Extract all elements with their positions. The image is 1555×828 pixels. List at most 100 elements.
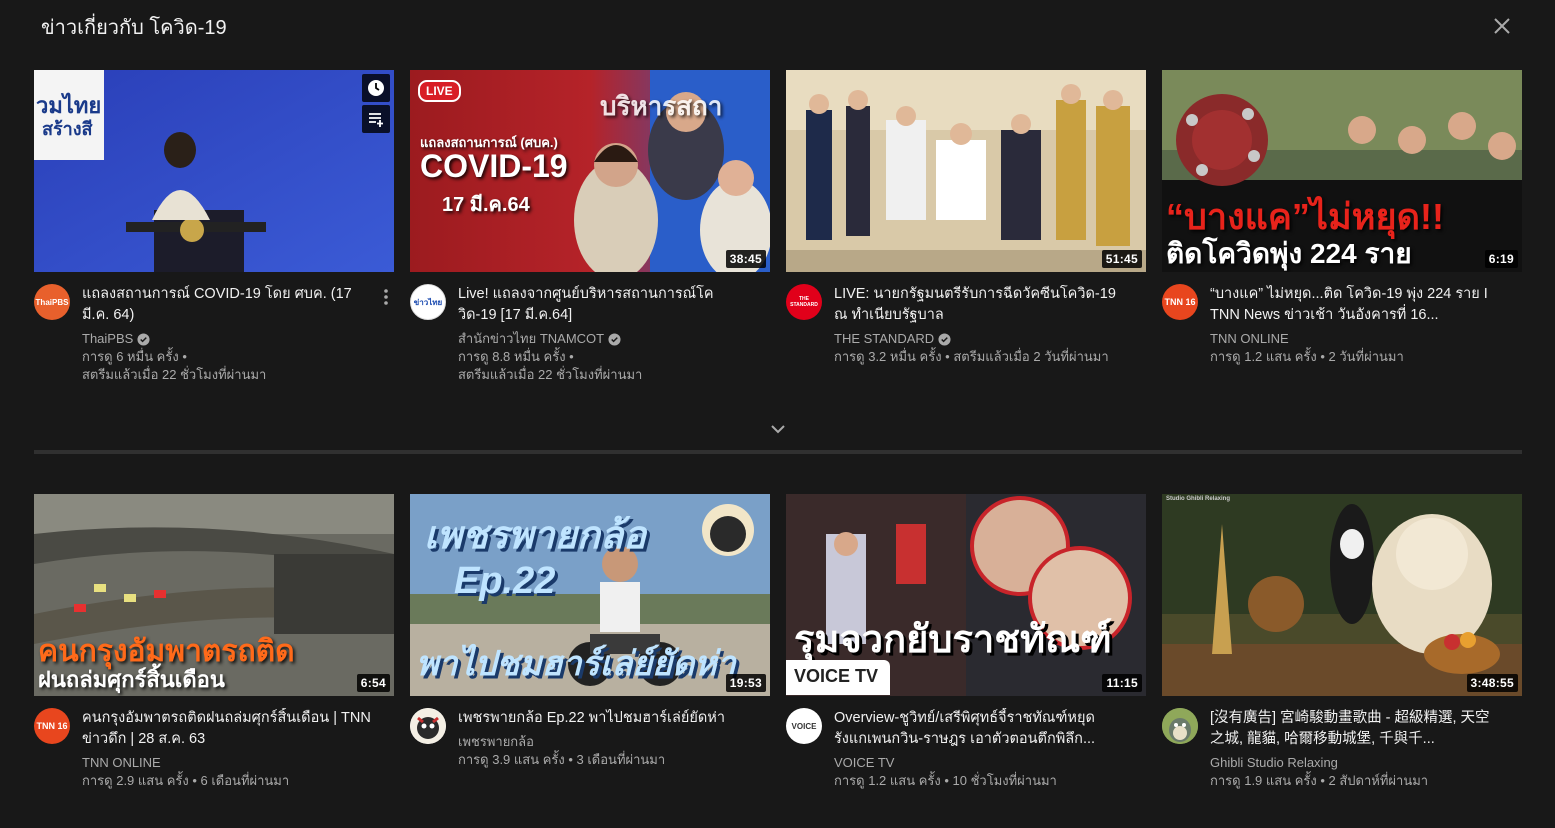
video-card[interactable]: Studio Ghibli Relaxing 3:48:55 [沒有廣告] 宮崎…	[1162, 494, 1522, 828]
video-meta: ThaiPBS แถลงสถานการณ์ COVID-19 โดย ศบค. …	[34, 284, 394, 404]
video-grid-row-1: วมไทย สร้างสี ThaiPBS แถลงสถานการณ์ COVI…	[34, 70, 1522, 404]
video-title[interactable]: “บางแค” ไม่หยุด...ติด โควิด-19 พุ่ง 224 …	[1210, 284, 1502, 326]
video-thumbnail[interactable]: Studio Ghibli Relaxing 3:48:55	[1162, 494, 1522, 696]
thumbnail-text: COVID-19	[420, 148, 568, 184]
video-meta: เพชรพายกล้อ Ep.22 พาไปชมฮาร์เล่ย์ยัดห่า …	[410, 708, 770, 828]
upload-age: สตรีมแล้วเมื่อ 22 ชั่วโมงที่ผ่านมา	[458, 367, 643, 382]
view-count: การดู 3.2 หมื่น ครั้ง	[834, 349, 942, 364]
add-to-queue-button[interactable]	[362, 105, 390, 133]
expand-shelf-button[interactable]	[767, 418, 789, 440]
video-title[interactable]: [沒有廣告] 宮崎駿動畫歌曲 - 超級精選, 天空之城, 龍貓, 哈爾移動城堡,…	[1210, 708, 1502, 750]
avatar-label: VOICE	[791, 721, 817, 731]
video-card[interactable]: 51:45 THE STANDARD LIVE: นายกรัฐมนตรีรับ…	[786, 70, 1146, 404]
thumbnail-image	[1162, 494, 1522, 696]
channel-avatar[interactable]: TNN 16	[1162, 284, 1198, 320]
shelf-divider	[34, 450, 1522, 454]
video-title[interactable]: Live! แถลงจากศูนย์บริหารสถานการณ์โควิด-1…	[458, 284, 750, 326]
thumbnail-text: ฝนถล่มศุกร์สิ้นเดือน	[38, 667, 225, 692]
view-count: การดู 1.2 แสน ครั้ง	[834, 773, 941, 788]
channel-name[interactable]: Ghibli Studio Relaxing	[1210, 754, 1338, 772]
upload-age: 2 สัปดาห์ที่ผ่านมา	[1328, 773, 1429, 788]
channel-name[interactable]: VOICE TV	[834, 754, 894, 772]
view-stats-row: การดู 1.9 แสน ครั้ง • 2 สัปดาห์ที่ผ่านมา	[1210, 772, 1502, 790]
channel-avatar[interactable]	[1162, 708, 1198, 744]
channel-name[interactable]: สำนักข่าวไทย TNAMCOT	[458, 330, 604, 348]
close-button[interactable]	[1489, 13, 1515, 39]
thumbnail-text: Ep.22	[454, 560, 556, 602]
avatar-label: TNN 16	[36, 721, 68, 731]
channel-avatar[interactable]	[410, 708, 446, 744]
separator-dot: •	[941, 349, 954, 364]
video-duration: 6:19	[1484, 250, 1518, 268]
upload-age: 10 ชั่วโมงที่ผ่านมา	[952, 773, 1057, 788]
channel-name-row: เพชรพายกล้อ	[458, 733, 750, 751]
upload-age: สตรีมแล้วเมื่อ 2 วันที่ผ่านมา	[953, 349, 1109, 364]
video-title[interactable]: แถลงสถานการณ์ COVID-19 โดย ศบค. (17 มี.ค…	[82, 284, 374, 326]
video-thumbnail[interactable]: “บางแค”ไม่หยุด!! ติดโควิดพุ่ง 224 ราย 6:…	[1162, 70, 1522, 272]
channel-name[interactable]: ThaiPBS	[82, 330, 133, 348]
video-thumbnail[interactable]: เพชรพายกล้อ Ep.22 พาไปชมฮาร์เล่ย์ยัดห่า …	[410, 494, 770, 696]
channel-name[interactable]: TNN ONLINE	[82, 754, 161, 772]
avatar-label: TNN 16	[1164, 297, 1196, 307]
channel-name[interactable]: เพชรพายกล้อ	[458, 733, 534, 751]
video-title[interactable]: Overview-ชูวิทย์/เสรีพิศุทธ์จี้ราชทัณฑ์ห…	[834, 708, 1126, 750]
video-title[interactable]: เพชรพายกล้อ Ep.22 พาไปชมฮาร์เล่ย์ยัดห่า	[458, 708, 750, 729]
shelf-title[interactable]: ข่าวเกี่ยวกับ โควิด-19	[41, 11, 227, 43]
channel-name-row: TNN ONLINE	[1210, 330, 1502, 348]
video-thumbnail[interactable]: คนกรุงอัมพาตรถติด ฝนถล่มศุกร์สิ้นเดือน 6…	[34, 494, 394, 696]
video-card[interactable]: รุมจวกยับราชทัณฑ์ VOICE TV 11:15 VOICE O…	[786, 494, 1146, 828]
video-duration: 51:45	[1101, 250, 1142, 268]
video-duration: 6:54	[356, 674, 390, 692]
verified-icon	[608, 332, 621, 346]
video-meta: THE STANDARD LIVE: นายกรัฐมนตรีรับการฉีด…	[786, 284, 1146, 404]
separator-dot: •	[940, 773, 953, 788]
channel-avatar[interactable]: TNN 16	[34, 708, 70, 744]
channel-avatar[interactable]: ThaiPBS	[34, 284, 70, 320]
upload-age: 2 วันที่ผ่านมา	[1328, 349, 1404, 364]
channel-name-row: Ghibli Studio Relaxing	[1210, 754, 1502, 772]
upload-age: 3 เดือนที่ผ่านมา	[576, 752, 666, 767]
video-meta: TNN 16 คนกรุงอัมพาตรถติดฝนถล่มศุกร์สิ้นเ…	[34, 708, 394, 828]
view-count: การดู 2.9 แสน ครั้ง	[82, 773, 189, 788]
thumbnail-text: พาไปชมฮาร์เล่ย์ยัดห่า	[416, 645, 736, 683]
thumbnail-text: Studio Ghibli Relaxing	[1166, 496, 1231, 502]
view-count-row: การดู 6 หมื่น ครั้ง •	[82, 348, 374, 366]
view-stats-row: การดู 3.2 หมื่น ครั้ง • สตรีมแล้วเมื่อ 2…	[834, 348, 1126, 366]
video-title[interactable]: LIVE: นายกรัฐมนตรีรับการฉีดวัคซีนโควิด-1…	[834, 284, 1126, 326]
video-card[interactable]: วมไทย สร้างสี ThaiPBS แถลงสถานการณ์ COVI…	[34, 70, 394, 404]
channel-name[interactable]: TNN ONLINE	[1210, 330, 1289, 348]
channel-avatar[interactable]: VOICE	[786, 708, 822, 744]
verified-icon	[137, 332, 150, 346]
channel-avatar[interactable]: THE STANDARD	[786, 284, 822, 320]
separator-dot: •	[1316, 349, 1329, 364]
video-meta: ข่าวไทย Live! แถลงจากศูนย์บริหารสถานการณ…	[410, 284, 770, 404]
video-grid-row-2: คนกรุงอัมพาตรถติด ฝนถล่มศุกร์สิ้นเดือน 6…	[34, 494, 1522, 828]
video-card[interactable]: LIVE แถลงสถานการณ์ (ศบค.) COVID-19 17 มี…	[410, 70, 770, 404]
video-thumbnail[interactable]: วมไทย สร้างสี	[34, 70, 394, 272]
separator-dot: •	[565, 349, 574, 364]
channel-avatar[interactable]: ข่าวไทย	[410, 284, 446, 320]
video-thumbnail[interactable]: LIVE แถลงสถานการณ์ (ศบค.) COVID-19 17 มี…	[410, 70, 770, 272]
video-meta: VOICE Overview-ชูวิทย์/เสรีพิศุทธ์จี้ราช…	[786, 708, 1146, 828]
avatar-label: ThaiPBS	[35, 297, 69, 307]
video-thumbnail[interactable]: รุมจวกยับราชทัณฑ์ VOICE TV 11:15	[786, 494, 1146, 696]
video-card[interactable]: เพชรพายกล้อ Ep.22 พาไปชมฮาร์เล่ย์ยัดห่า …	[410, 494, 770, 828]
avatar-label: THE STANDARD	[790, 296, 818, 308]
view-stats-row: การดู 3.9 แสน ครั้ง • 3 เดือนที่ผ่านมา	[458, 751, 750, 769]
video-thumbnail[interactable]: 51:45	[786, 70, 1146, 272]
channel-name-row: VOICE TV	[834, 754, 1126, 772]
avatar-image	[410, 708, 446, 744]
verified-icon	[938, 332, 951, 346]
live-badge: LIVE	[418, 80, 461, 102]
video-card[interactable]: “บางแค”ไม่หยุด!! ติดโควิดพุ่ง 224 ราย 6:…	[1162, 70, 1522, 404]
video-card[interactable]: คนกรุงอัมพาตรถติด ฝนถล่มศุกร์สิ้นเดือน 6…	[34, 494, 394, 828]
separator-dot: •	[188, 773, 201, 788]
video-title[interactable]: คนกรุงอัมพาตรถติดฝนถล่มศุกร์สิ้นเดือน | …	[82, 708, 374, 750]
more-options-button[interactable]	[378, 286, 394, 308]
clock-icon	[368, 80, 384, 96]
channel-name-row: ThaiPBS	[82, 330, 374, 348]
chevron-down-icon	[771, 425, 785, 434]
channel-name[interactable]: THE STANDARD	[834, 330, 934, 348]
upload-age: สตรีมแล้วเมื่อ 22 ชั่วโมงที่ผ่านมา	[82, 367, 267, 382]
watch-later-button[interactable]	[362, 74, 390, 102]
